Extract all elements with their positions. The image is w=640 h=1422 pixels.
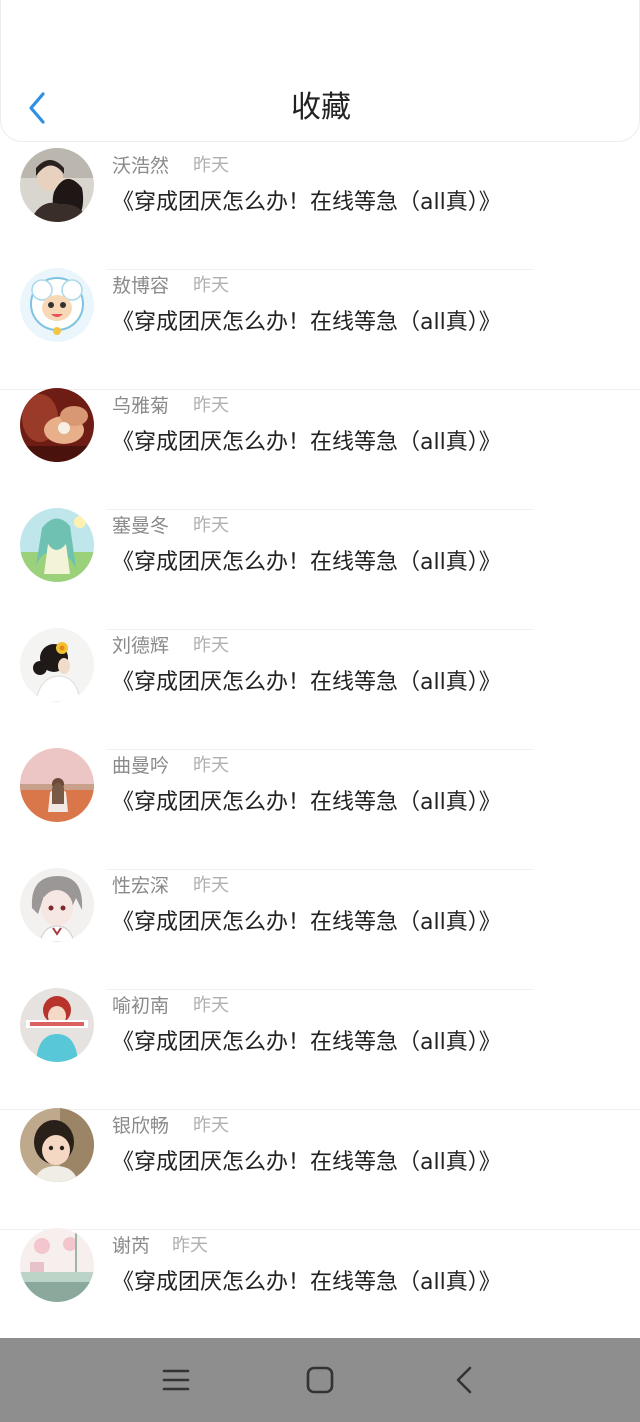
favorite-title: 《穿成团厌怎么办！在线等急（all真）》 [112,790,501,815]
list-item[interactable]: 银欣畅 昨天 《穿成团厌怎么办！在线等急（all真）》 [0,1108,640,1230]
system-nav-bar [0,1338,640,1422]
favorite-title: 《穿成团厌怎么办！在线等急（all真）》 [112,550,501,575]
timestamp: 昨天 [193,875,229,896]
timestamp: 昨天 [172,1235,208,1256]
user-name: 喻初南 [112,995,170,1017]
avatar[interactable] [20,388,94,462]
list-item[interactable]: 塞曼冬 昨天 《穿成团厌怎么办！在线等急（all真）》 [0,508,640,630]
page-title: 收藏 [291,90,351,125]
menu-button[interactable] [154,1360,198,1400]
list-item[interactable]: 乌雅菊 昨天 《穿成团厌怎么办！在线等急（all真）》 [0,388,640,510]
favorite-title: 《穿成团厌怎么办！在线等急（all真）》 [112,1150,501,1175]
avatar[interactable] [20,988,94,1062]
user-name: 刘德辉 [112,635,170,657]
timestamp: 昨天 [193,275,229,296]
list-item[interactable]: 曲曼吟 昨天 《穿成团厌怎么办！在线等急（all真）》 [0,748,640,870]
user-name: 银欣畅 [112,1115,170,1137]
timestamp: 昨天 [193,755,229,776]
avatar[interactable] [20,628,94,702]
system-back-button[interactable] [442,1360,486,1400]
user-name: 敖博容 [112,275,170,297]
list-item[interactable]: 刘德辉 昨天 《穿成团厌怎么办！在线等急（all真）》 [0,628,640,750]
user-name: 曲曼吟 [112,755,170,777]
timestamp: 昨天 [193,155,229,176]
user-name: 乌雅菊 [112,395,170,417]
user-name: 性宏深 [112,875,170,897]
home-button[interactable] [298,1360,342,1400]
favorite-title: 《穿成团厌怎么办！在线等急（all真）》 [112,190,501,215]
avatar[interactable] [20,1228,94,1302]
user-name: 沃浩然 [112,155,170,177]
timestamp: 昨天 [193,995,229,1016]
back-triangle-icon [456,1366,472,1394]
avatar[interactable] [20,1108,94,1182]
list-item[interactable]: 喻初南 昨天 《穿成团厌怎么办！在线等急（all真）》 [0,988,640,1110]
avatar[interactable] [20,148,94,222]
favorite-title: 《穿成团厌怎么办！在线等急（all真）》 [112,1030,501,1055]
favorite-title: 《穿成团厌怎么办！在线等急（all真）》 [112,310,501,335]
favorite-title: 《穿成团厌怎么办！在线等急（all真）》 [112,670,501,695]
app-header: 收藏 [0,0,640,142]
avatar[interactable] [20,748,94,822]
favorite-title: 《穿成团厌怎么办！在线等急（all真）》 [112,430,501,455]
favorite-title: 《穿成团厌怎么办！在线等急（all真）》 [112,1270,501,1295]
favorite-title: 《穿成团厌怎么办！在线等急（all真）》 [112,910,501,935]
user-name: 谢芮 [112,1235,151,1257]
list-item[interactable]: 敖博容 昨天 《穿成团厌怎么办！在线等急（all真）》 [0,268,640,390]
avatar[interactable] [20,868,94,942]
menu-icon [162,1369,190,1391]
user-name: 塞曼冬 [112,515,170,537]
timestamp: 昨天 [193,1115,229,1136]
list-item[interactable]: 性宏深 昨天 《穿成团厌怎么办！在线等急（all真）》 [0,868,640,990]
avatar[interactable] [20,508,94,582]
list-item[interactable]: 谢芮 昨天 《穿成团厌怎么办！在线等急（all真）》 [0,1228,640,1350]
avatar[interactable] [20,268,94,342]
timestamp: 昨天 [193,635,229,656]
timestamp: 昨天 [193,395,229,416]
list-item[interactable]: 沃浩然 昨天 《穿成团厌怎么办！在线等急（all真）》 [0,148,640,270]
favorites-list: 沃浩然 昨天 《穿成团厌怎么办！在线等急（all真）》 敖博容 昨天 《穿成团厌… [0,148,640,1350]
timestamp: 昨天 [193,515,229,536]
home-square-icon [306,1366,334,1394]
